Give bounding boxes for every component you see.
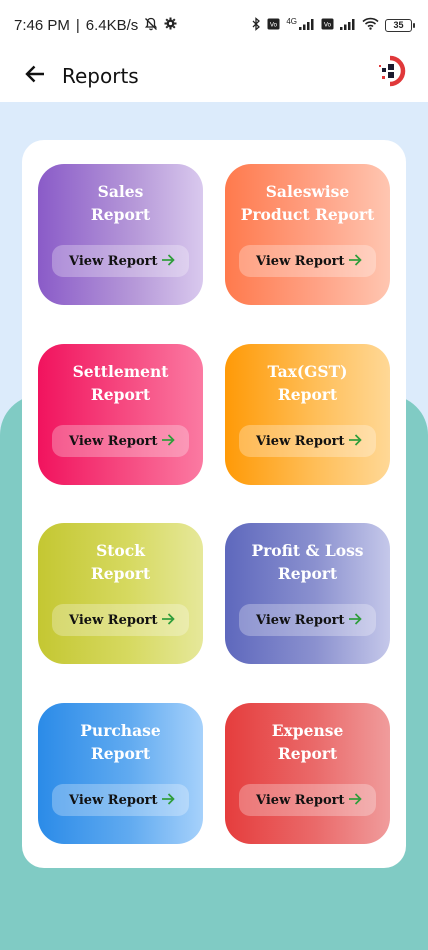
tile-stock-report[interactable]: Stock Report View Report — [38, 523, 203, 664]
tile-title: Stock Report — [90, 541, 151, 583]
wifi-icon — [362, 17, 379, 33]
status-left: 7:46 PM | 6.4KB/s — [14, 17, 177, 34]
arrow-right-icon — [161, 792, 175, 808]
tile-title: Sales Report — [90, 182, 151, 224]
view-report-button[interactable]: View Report — [239, 604, 376, 636]
status-net-speed: 6.4KB/s — [85, 16, 139, 34]
view-report-button[interactable]: View Report — [239, 425, 376, 457]
back-button[interactable] — [20, 61, 50, 91]
tile-expense-report[interactable]: Expense Report View Report — [225, 703, 390, 844]
view-report-button[interactable]: View Report — [52, 425, 189, 457]
tile-title: Settlement Report — [72, 362, 169, 404]
view-report-button[interactable]: View Report — [239, 245, 376, 277]
arrow-right-icon — [348, 792, 362, 808]
mute-bell-icon — [144, 17, 158, 34]
status-right: Vo 4G Vo 35 — [251, 16, 415, 34]
arrow-right-icon — [161, 433, 175, 449]
view-report-button[interactable]: View Report — [52, 604, 189, 636]
view-report-button[interactable]: View Report — [52, 784, 189, 816]
view-report-label: View Report — [69, 792, 158, 808]
tile-title: Profit & Loss Report — [251, 541, 364, 583]
network-label: 4G — [286, 16, 297, 26]
app-logo-icon — [376, 54, 410, 88]
tile-title: Purchase Report — [80, 721, 161, 763]
tile-title: Saleswise Product Report — [240, 182, 375, 224]
arrow-left-icon — [24, 63, 46, 89]
tile-saleswise-product-report[interactable]: Saleswise Product Report View Report — [225, 164, 390, 305]
signal-icon-1 — [299, 18, 315, 33]
arrow-right-icon — [161, 253, 175, 269]
bluetooth-icon — [251, 16, 261, 34]
status-time: 7:46 PM — [14, 16, 70, 34]
svg-text:Vo: Vo — [324, 21, 332, 28]
view-report-label: View Report — [69, 433, 158, 449]
tile-profit-loss-report[interactable]: Profit & Loss Report View Report — [225, 523, 390, 664]
tile-title: Tax(GST) Report — [267, 362, 348, 404]
volte-icon: Vo — [267, 18, 280, 33]
app-bar: Reports — [0, 50, 428, 102]
arrow-right-icon — [348, 433, 362, 449]
view-report-label: View Report — [256, 433, 345, 449]
view-report-button[interactable]: View Report — [52, 245, 189, 277]
arrow-right-icon — [348, 253, 362, 269]
view-report-label: View Report — [256, 612, 345, 628]
tile-settlement-report[interactable]: Settlement Report View Report — [38, 344, 203, 485]
tile-purchase-report[interactable]: Purchase Report View Report — [38, 703, 203, 844]
view-report-label: View Report — [256, 253, 345, 269]
tile-sales-report[interactable]: Sales Report View Report — [38, 164, 203, 305]
volte-icon-2: Vo — [321, 18, 334, 33]
battery-icon: 35 — [385, 18, 415, 32]
settings-gear-icon — [164, 17, 177, 33]
arrow-right-icon — [348, 612, 362, 628]
view-report-label: View Report — [69, 612, 158, 628]
page-title: Reports — [62, 64, 139, 88]
battery-level: 35 — [393, 20, 404, 30]
svg-text:Vo: Vo — [270, 21, 278, 28]
status-bar: 7:46 PM | 6.4KB/s Vo 4G Vo 35 — [0, 0, 428, 50]
tile-title: Expense Report — [271, 721, 344, 763]
view-report-label: View Report — [256, 792, 345, 808]
signal-icon-2 — [340, 18, 356, 33]
arrow-right-icon — [161, 612, 175, 628]
status-separator: | — [75, 16, 80, 34]
view-report-label: View Report — [69, 253, 158, 269]
tile-tax-gst-report[interactable]: Tax(GST) Report View Report — [225, 344, 390, 485]
view-report-button[interactable]: View Report — [239, 784, 376, 816]
